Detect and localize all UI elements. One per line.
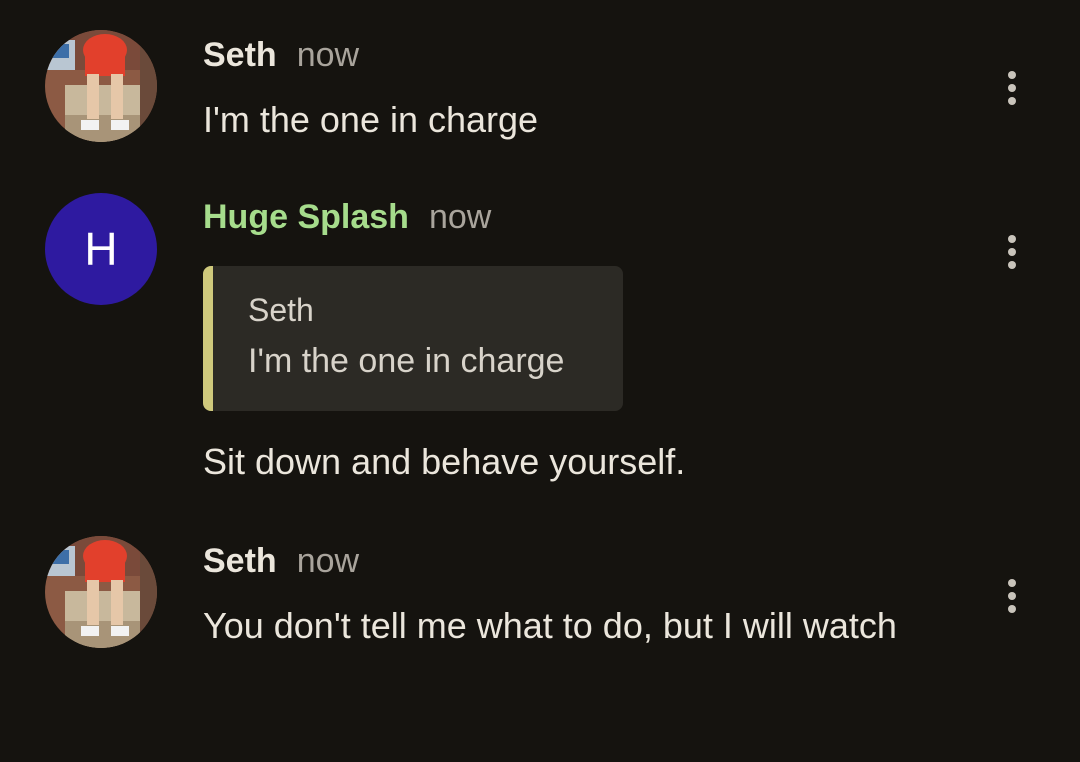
message-text: You don't tell me what to do, but I will… <box>203 605 897 646</box>
author-name[interactable]: Seth <box>203 36 277 74</box>
timestamp: now <box>296 542 360 580</box>
more-vert-icon-dot <box>1008 248 1016 256</box>
avatar-photo-icon <box>45 536 157 648</box>
more-vert-icon-dot <box>1008 605 1016 613</box>
more-vert-icon-dot <box>1008 97 1016 105</box>
avatar-photo-icon <box>45 30 157 142</box>
message-text: Sit down and behave yourself. <box>203 441 686 482</box>
message-header: Seth now <box>203 35 359 75</box>
avatar-letter: H <box>84 223 118 275</box>
message-header: Huge Splash now <box>203 197 491 237</box>
quote-bar <box>203 266 213 411</box>
message-text: I'm the one in charge <box>203 99 539 140</box>
more-vert-icon <box>1008 579 1016 587</box>
avatar-huge-splash[interactable]: H <box>45 193 157 305</box>
more-vert-icon <box>1008 71 1016 79</box>
more-options-button[interactable] <box>996 230 1028 274</box>
timestamp: now <box>428 198 492 236</box>
more-vert-icon-dot <box>1008 84 1016 92</box>
message-1[interactable]: Seth now I'm the one in charge <box>0 0 1080 160</box>
avatar-seth[interactable] <box>45 30 157 142</box>
avatar-seth[interactable] <box>45 536 157 648</box>
author-name[interactable]: Huge Splash <box>203 198 409 236</box>
author-name[interactable]: Seth <box>203 542 277 580</box>
more-vert-icon <box>1008 235 1016 243</box>
quoted-author: Seth <box>248 292 314 328</box>
message-header: Seth now <box>203 541 359 581</box>
more-vert-icon-dot <box>1008 592 1016 600</box>
more-vert-icon-dot <box>1008 261 1016 269</box>
quoted-message[interactable]: Seth I'm the one in charge <box>203 266 623 411</box>
more-options-button[interactable] <box>996 66 1028 110</box>
timestamp: now <box>296 36 360 74</box>
quoted-text: I'm the one in charge <box>248 342 565 380</box>
message-3[interactable]: Seth now You don't tell me what to do, bu… <box>0 500 1080 762</box>
more-options-button[interactable] <box>996 574 1028 618</box>
message-2[interactable]: H Huge Splash now Seth I'm the one in cha… <box>0 160 1080 500</box>
